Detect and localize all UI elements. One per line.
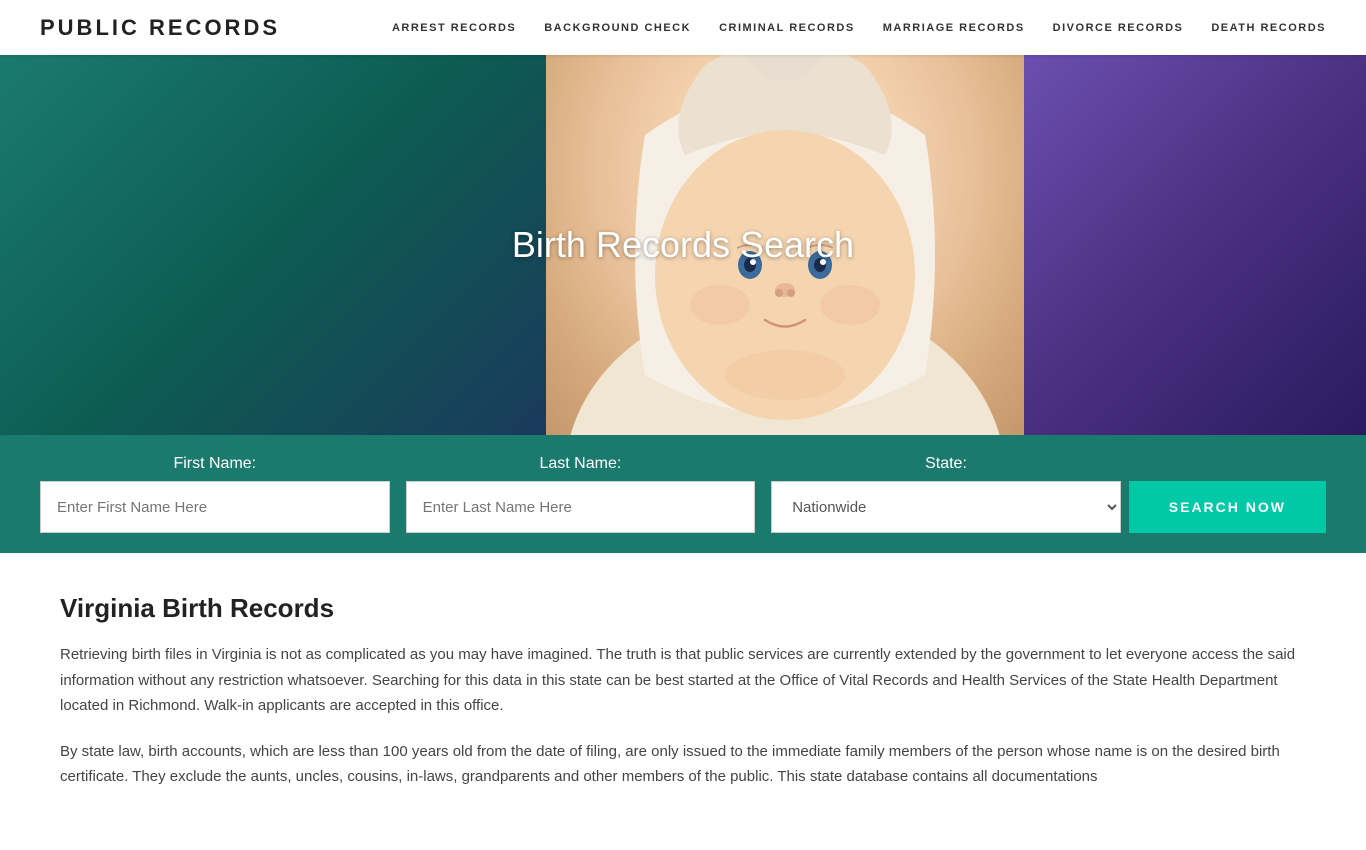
hero-title: Birth Records Search (512, 224, 854, 266)
search-fields: First Name: Last Name: State: Nationwide… (40, 455, 1129, 533)
firstname-input[interactable] (40, 481, 390, 533)
state-select[interactable]: Nationwide Alabama Alaska Arizona Arkans… (771, 481, 1121, 533)
hero-bg-left (0, 55, 546, 435)
search-bar: First Name: Last Name: State: Nationwide… (0, 435, 1366, 553)
content-title: Virginia Birth Records (60, 593, 1306, 624)
content-paragraph-1: Retrieving birth files in Virginia is no… (60, 642, 1306, 719)
site-logo: PUBLIC RECORDS (40, 15, 280, 41)
state-field: State: Nationwide Alabama Alaska Arizona… (771, 455, 1121, 533)
search-button[interactable]: SEARCH NOW (1129, 481, 1326, 533)
nav-criminal-records[interactable]: CRIMINAL RECORDS (719, 22, 855, 34)
lastname-input[interactable] (406, 481, 756, 533)
state-label: State: (771, 455, 1121, 473)
main-nav: ARREST RECORDS BACKGROUND CHECK CRIMINAL… (392, 22, 1326, 34)
hero-section: Birth Records Search (0, 55, 1366, 435)
nav-marriage-records[interactable]: MARRIAGE RECORDS (883, 22, 1025, 34)
firstname-field: First Name: (40, 455, 390, 533)
firstname-label: First Name: (40, 455, 390, 473)
nav-divorce-records[interactable]: DIVORCE RECORDS (1053, 22, 1184, 34)
lastname-field: Last Name: (406, 455, 756, 533)
site-header: PUBLIC RECORDS ARREST RECORDS BACKGROUND… (0, 0, 1366, 55)
nav-death-records[interactable]: DEATH RECORDS (1211, 22, 1326, 34)
content-paragraph-2: By state law, birth accounts, which are … (60, 739, 1306, 790)
lastname-label: Last Name: (406, 455, 756, 473)
hero-bg-right (1024, 55, 1366, 435)
content-section: Virginia Birth Records Retrieving birth … (0, 553, 1366, 850)
nav-background-check[interactable]: BACKGROUND CHECK (544, 22, 691, 34)
nav-arrest-records[interactable]: ARREST RECORDS (392, 22, 516, 34)
